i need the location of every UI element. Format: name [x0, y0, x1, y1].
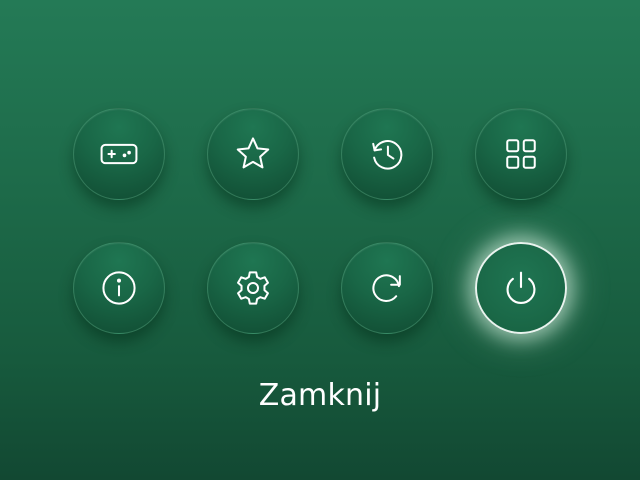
history-icon: [372, 140, 403, 170]
favorites-button[interactable]: [207, 108, 299, 200]
grid-icon: [506, 139, 536, 169]
star-icon: [236, 137, 270, 169]
gamepad-icon: [100, 143, 138, 165]
power-off-button[interactable]: [475, 242, 567, 334]
restart-button[interactable]: [341, 242, 433, 334]
settings-button[interactable]: [207, 242, 299, 334]
apps-button[interactable]: [475, 108, 567, 200]
selected-option-label: Zamknij: [258, 378, 382, 413]
info-icon: [102, 271, 136, 305]
info-button[interactable]: [73, 242, 165, 334]
history-button[interactable]: [341, 108, 433, 200]
games-button[interactable]: [73, 108, 165, 200]
refresh-icon: [372, 274, 401, 302]
power-icon: [506, 271, 536, 305]
gear-icon: [237, 271, 269, 305]
